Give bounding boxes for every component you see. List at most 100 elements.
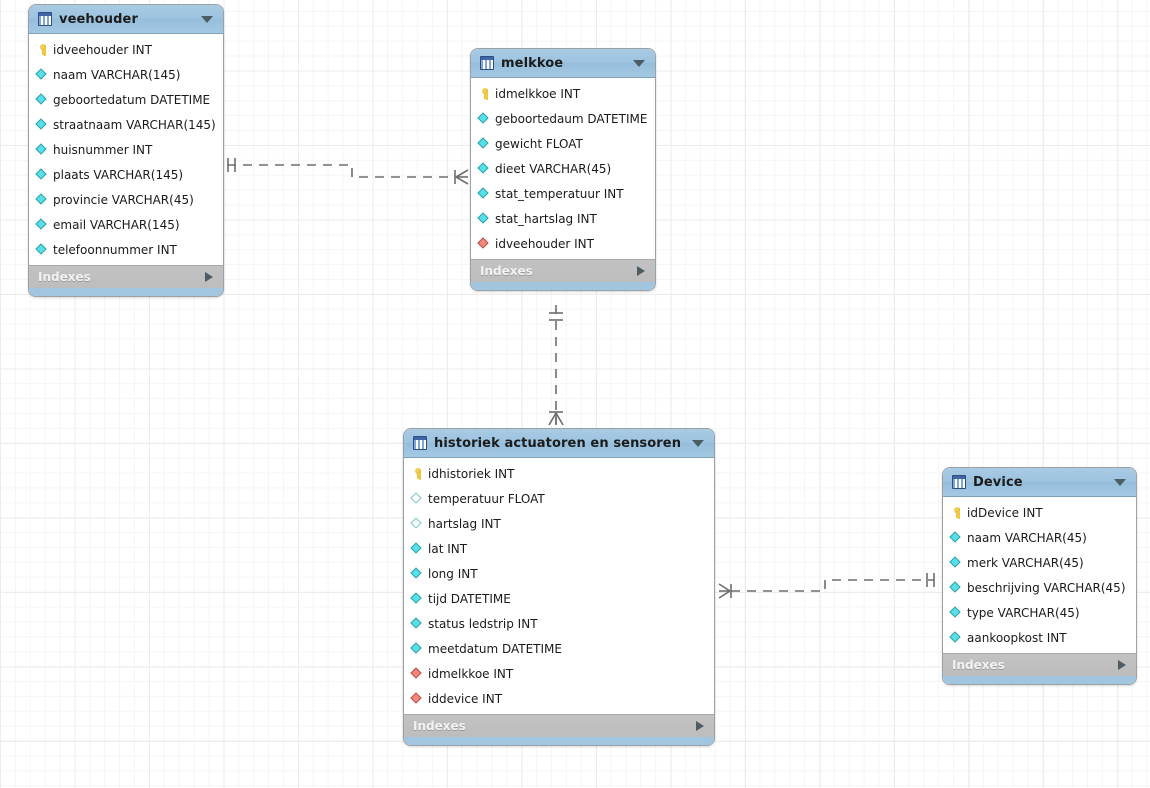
column-row[interactable]: idhistoriek INT [404,461,714,486]
table-columns-veehouder: idveehouder INT naam VARCHAR(145) geboor… [29,34,223,265]
column-label: stat_temperatuur INT [495,187,624,201]
column-label: iddevice INT [428,692,502,706]
column-row[interactable]: meetdatum DATETIME [404,636,714,661]
column-label: gewicht FLOAT [495,137,583,151]
column-row[interactable]: type VARCHAR(45) [943,600,1136,625]
column-diamond-icon [950,606,963,619]
column-label: tijd DATETIME [428,592,511,606]
column-diamond-icon [950,556,963,569]
column-row[interactable]: beschrijving VARCHAR(45) [943,575,1136,600]
table-base-strip [943,676,1136,684]
indexes-label: Indexes [952,658,1005,672]
column-row[interactable]: dieet VARCHAR(45) [471,156,655,181]
column-diamond-icon [411,642,424,655]
column-label: beschrijving VARCHAR(45) [967,581,1126,595]
column-diamond-icon [478,162,491,175]
triangle-right-icon[interactable] [696,721,704,731]
triangle-right-icon[interactable] [637,266,645,276]
column-row[interactable]: lat INT [404,536,714,561]
table-title: Device [973,475,1023,490]
column-row[interactable]: long INT [404,561,714,586]
table-base-strip [29,288,223,296]
column-row[interactable]: idmelkkoe INT [404,661,714,686]
column-label: idveehouder INT [495,237,594,251]
column-label: geboortedatum DATETIME [53,93,210,107]
diagram-canvas[interactable]: veehouder idveehouder INT naam VARCHAR(1… [0,0,1150,788]
table-title: historiek actuatoren en sensoren [434,436,681,451]
table-historiek-actuatoren-en-sensoren[interactable]: historiek actuatoren en sensoren idhisto… [403,428,715,746]
chevron-down-icon[interactable] [201,16,213,23]
column-row[interactable]: geboortedaum DATETIME [471,106,655,131]
column-diamond-icon [478,137,491,150]
column-label: meetdatum DATETIME [428,642,562,656]
indexes-label: Indexes [480,264,533,278]
column-row[interactable]: idDevice INT [943,500,1136,525]
table-veehouder[interactable]: veehouder idveehouder INT naam VARCHAR(1… [28,4,224,297]
table-title: melkkoe [501,56,563,71]
indexes-section-device[interactable]: Indexes [943,653,1136,676]
column-row[interactable]: stat_temperatuur INT [471,181,655,206]
table-title: veehouder [59,12,138,27]
table-device[interactable]: Device idDevice INT naam VARCHAR(45) mer… [942,467,1137,685]
column-row[interactable]: naam VARCHAR(45) [943,525,1136,550]
column-label: naam VARCHAR(145) [53,68,180,82]
column-row[interactable]: stat_hartslag INT [471,206,655,231]
column-row[interactable]: aankoopkost INT [943,625,1136,650]
column-row[interactable]: idveehouder INT [29,37,223,62]
indexes-section-melkkoe[interactable]: Indexes [471,259,655,282]
column-row[interactable]: hartslag INT [404,511,714,536]
relationship-veehouder-melkkoe [227,158,468,184]
chevron-down-icon[interactable] [1114,479,1126,486]
column-label: idmelkkoe INT [495,87,580,101]
chevron-down-icon[interactable] [633,60,645,67]
triangle-right-icon[interactable] [205,272,213,282]
column-row[interactable]: huisnummer INT [29,137,223,162]
column-row[interactable]: temperatuur FLOAT [404,486,714,511]
column-label: straatnaam VARCHAR(145) [53,118,216,132]
column-row[interactable]: email VARCHAR(145) [29,212,223,237]
column-row[interactable]: naam VARCHAR(145) [29,62,223,87]
column-label: email VARCHAR(145) [53,218,180,232]
table-header-veehouder[interactable]: veehouder [29,5,223,34]
table-icon [480,56,494,70]
column-row[interactable]: iddevice INT [404,686,714,711]
column-label: dieet VARCHAR(45) [495,162,611,176]
column-label: plaats VARCHAR(145) [53,168,183,182]
column-row[interactable]: gewicht FLOAT [471,131,655,156]
table-melkkoe[interactable]: melkkoe idmelkkoe INT geboortedaum DATET… [470,48,656,291]
column-row[interactable]: plaats VARCHAR(145) [29,162,223,187]
chevron-down-icon[interactable] [692,440,704,447]
indexes-section-historiek[interactable]: Indexes [404,714,714,737]
table-columns-melkkoe: idmelkkoe INT geboortedaum DATETIME gewi… [471,78,655,259]
column-diamond-icon [411,567,424,580]
column-label: status ledstrip INT [428,617,538,631]
column-label: merk VARCHAR(45) [967,556,1084,570]
column-row[interactable]: idveehouder INT [471,231,655,256]
column-label: long INT [428,567,478,581]
indexes-section-veehouder[interactable]: Indexes [29,265,223,288]
column-row[interactable]: geboortedatum DATETIME [29,87,223,112]
table-header-melkkoe[interactable]: melkkoe [471,49,655,78]
nullable-column-diamond-icon [411,492,424,505]
table-header-device[interactable]: Device [943,468,1136,497]
primary-key-icon [36,43,49,56]
column-row[interactable]: tijd DATETIME [404,586,714,611]
column-row[interactable]: telefoonnummer INT [29,237,223,262]
column-row[interactable]: straatnaam VARCHAR(145) [29,112,223,137]
column-row[interactable]: provincie VARCHAR(45) [29,187,223,212]
column-diamond-icon [478,112,491,125]
foreign-key-diamond-icon [411,692,424,705]
column-diamond-icon [950,631,963,644]
column-row[interactable]: idmelkkoe INT [471,81,655,106]
primary-key-icon [411,467,424,480]
column-row[interactable]: merk VARCHAR(45) [943,550,1136,575]
column-diamond-icon [36,118,49,131]
column-diamond-icon [950,581,963,594]
table-header-historiek[interactable]: historiek actuatoren en sensoren [404,429,714,458]
triangle-right-icon[interactable] [1118,660,1126,670]
table-base-strip [471,282,655,290]
column-label: type VARCHAR(45) [967,606,1080,620]
column-row[interactable]: status ledstrip INT [404,611,714,636]
column-label: idveehouder INT [53,43,152,57]
column-diamond-icon [411,542,424,555]
